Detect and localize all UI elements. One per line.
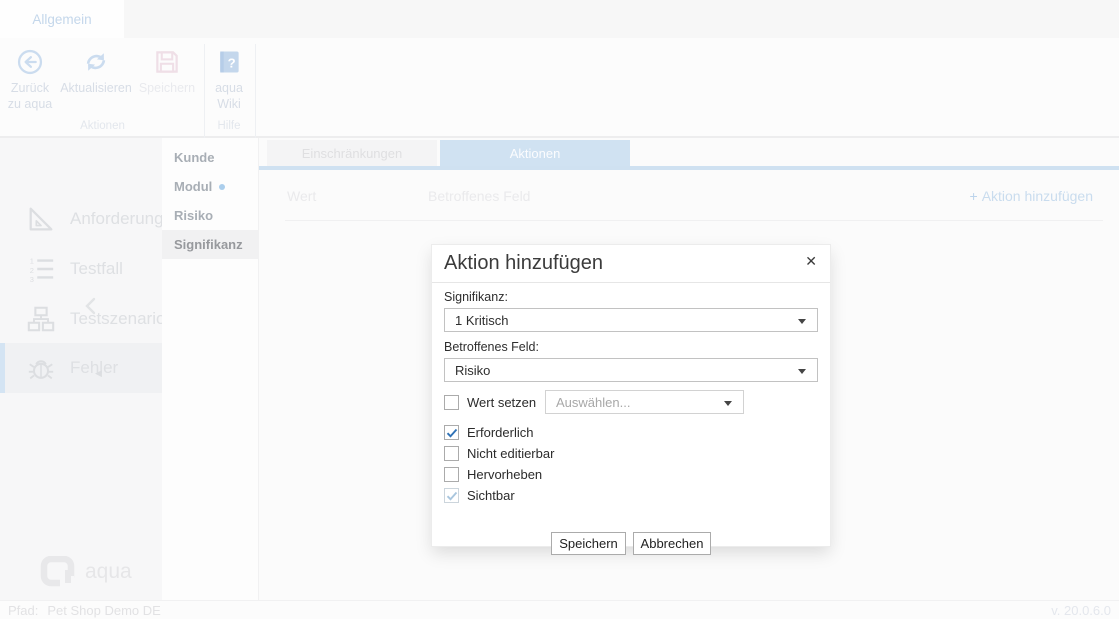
- highlight-label: Hervorheben: [467, 467, 542, 482]
- fields-panel: Kunde Modul Risiko Signifikanz: [162, 138, 259, 600]
- svg-text:1: 1: [30, 256, 34, 265]
- ribbon-tab-strip: Allgemein: [0, 0, 1119, 38]
- plus-icon: +: [970, 188, 978, 204]
- set-value-label: Wert setzen: [467, 395, 545, 410]
- value-select[interactable]: Auswählen...: [545, 390, 744, 414]
- bug-icon: [26, 353, 56, 383]
- back-to-aqua-label: Zurück zu aqua: [4, 81, 56, 112]
- field-item-label: Signifikanz: [174, 237, 243, 252]
- svg-text:?: ?: [228, 55, 236, 70]
- path-label: Pfad:: [8, 603, 38, 618]
- sidebar-item-testfall[interactable]: 123 Testfall: [0, 244, 162, 294]
- field-item-label: Risiko: [174, 208, 213, 223]
- visible-label: Sichtbar: [467, 488, 515, 503]
- aqua-logo-icon: [40, 556, 76, 588]
- tab-einschraenkungen[interactable]: Einschränkungen: [267, 140, 437, 166]
- ribbon-group-divider: [255, 44, 256, 152]
- field-item-label: Kunde: [174, 150, 214, 165]
- column-header-betroffenes-feld: Betroffenes Feld: [428, 188, 530, 204]
- field-item-label: Modul: [174, 179, 212, 194]
- app-window: Allgemein Zurück zu aqua Aktualisieren S…: [0, 0, 1119, 619]
- visible-checkbox[interactable]: [444, 488, 459, 503]
- ribbon-group-hilfe: Hilfe: [206, 120, 252, 132]
- svg-text:3: 3: [30, 275, 34, 284]
- sidebar: Anforderung 123 Testfall Testszenario Fe…: [0, 138, 162, 600]
- aqua-wiki-label: aqua Wiki: [206, 81, 252, 112]
- chevron-down-icon: [798, 319, 806, 324]
- sidebar-item-anforderung[interactable]: Anforderung: [0, 194, 162, 244]
- value-select-placeholder: Auswählen...: [556, 395, 630, 410]
- affected-field-label: Betroffenes Feld:: [444, 340, 818, 354]
- back-icon: [16, 48, 44, 76]
- significance-value: 1 Kritisch: [455, 313, 508, 328]
- field-item-modul[interactable]: Modul: [162, 172, 258, 201]
- not-editable-checkbox[interactable]: [444, 446, 459, 461]
- dialog-cancel-button[interactable]: Abbrechen: [633, 532, 711, 555]
- sidebar-item-label: Anforderung: [70, 209, 164, 229]
- add-action-link[interactable]: +Aktion hinzufügen: [970, 188, 1094, 204]
- path-value: Pet Shop Demo DE: [47, 603, 160, 618]
- tab-aktionen[interactable]: Aktionen: [440, 140, 630, 166]
- save-label: Speichern: [139, 81, 195, 97]
- active-tab-underline: [259, 166, 1119, 170]
- check-icon: [446, 427, 458, 439]
- refresh-label: Aktualisieren: [60, 81, 132, 97]
- affected-field-value: Risiko: [455, 363, 490, 378]
- ribbon: Zurück zu aqua Aktualisieren Speichern ?…: [0, 38, 1119, 138]
- field-item-risiko[interactable]: Risiko: [162, 201, 258, 230]
- close-icon[interactable]: ✕: [805, 253, 817, 270]
- aqua-logo-text: aqua: [85, 560, 132, 584]
- svg-text:2: 2: [30, 266, 34, 275]
- aqua-logo: aqua: [40, 556, 132, 588]
- ribbon-tab-allgemein[interactable]: Allgemein: [0, 0, 124, 38]
- save-icon: [153, 48, 181, 76]
- requirement-icon: [26, 204, 56, 234]
- check-icon: [446, 490, 458, 502]
- wiki-icon: ?: [215, 48, 243, 76]
- chevron-down-icon: [798, 369, 806, 374]
- sidebar-item-label: Testszenario: [70, 309, 165, 329]
- column-header-wert: Wert: [287, 188, 316, 204]
- field-item-signifikanz[interactable]: Signifikanz: [162, 230, 258, 259]
- testcase-icon: 123: [26, 254, 56, 284]
- not-editable-label: Nicht editierbar: [467, 446, 554, 461]
- add-action-label: Aktion hinzufügen: [982, 188, 1093, 204]
- affected-field-select[interactable]: Risiko: [444, 358, 818, 382]
- sidebar-item-fehler[interactable]: Fehler: [0, 343, 162, 393]
- ribbon-group-divider: [204, 44, 205, 152]
- version-label: v. 20.0.6.0: [1051, 603, 1111, 618]
- testscenario-icon: [26, 304, 56, 334]
- dialog-save-button[interactable]: Speichern: [551, 532, 626, 555]
- field-item-kunde[interactable]: Kunde: [162, 143, 258, 172]
- set-value-checkbox[interactable]: [444, 395, 459, 410]
- significance-select[interactable]: 1 Kritisch: [444, 308, 818, 332]
- required-checkbox[interactable]: [444, 425, 459, 440]
- refresh-icon: [82, 48, 110, 76]
- sidebar-item-testszenario[interactable]: Testszenario: [0, 294, 162, 344]
- significance-label: Signifikanz:: [444, 290, 818, 304]
- panel-splitter-icon[interactable]: ◀: [95, 368, 102, 379]
- table-header-divider: [285, 220, 1103, 221]
- ribbon-group-aktionen: Aktionen: [20, 120, 185, 132]
- required-label: Erforderlich: [467, 425, 533, 440]
- dialog-title: Aktion hinzufügen: [432, 245, 830, 275]
- modified-dot-icon: [219, 184, 225, 190]
- sidebar-item-label: Testfall: [70, 259, 123, 279]
- highlight-checkbox[interactable]: [444, 467, 459, 482]
- chevron-down-icon: [724, 401, 732, 406]
- add-action-dialog: Aktion hinzufügen ✕ Signifikanz: 1 Kriti…: [432, 245, 830, 546]
- status-bar: Pfad: Pet Shop Demo DE v. 20.0.6.0: [0, 600, 1119, 619]
